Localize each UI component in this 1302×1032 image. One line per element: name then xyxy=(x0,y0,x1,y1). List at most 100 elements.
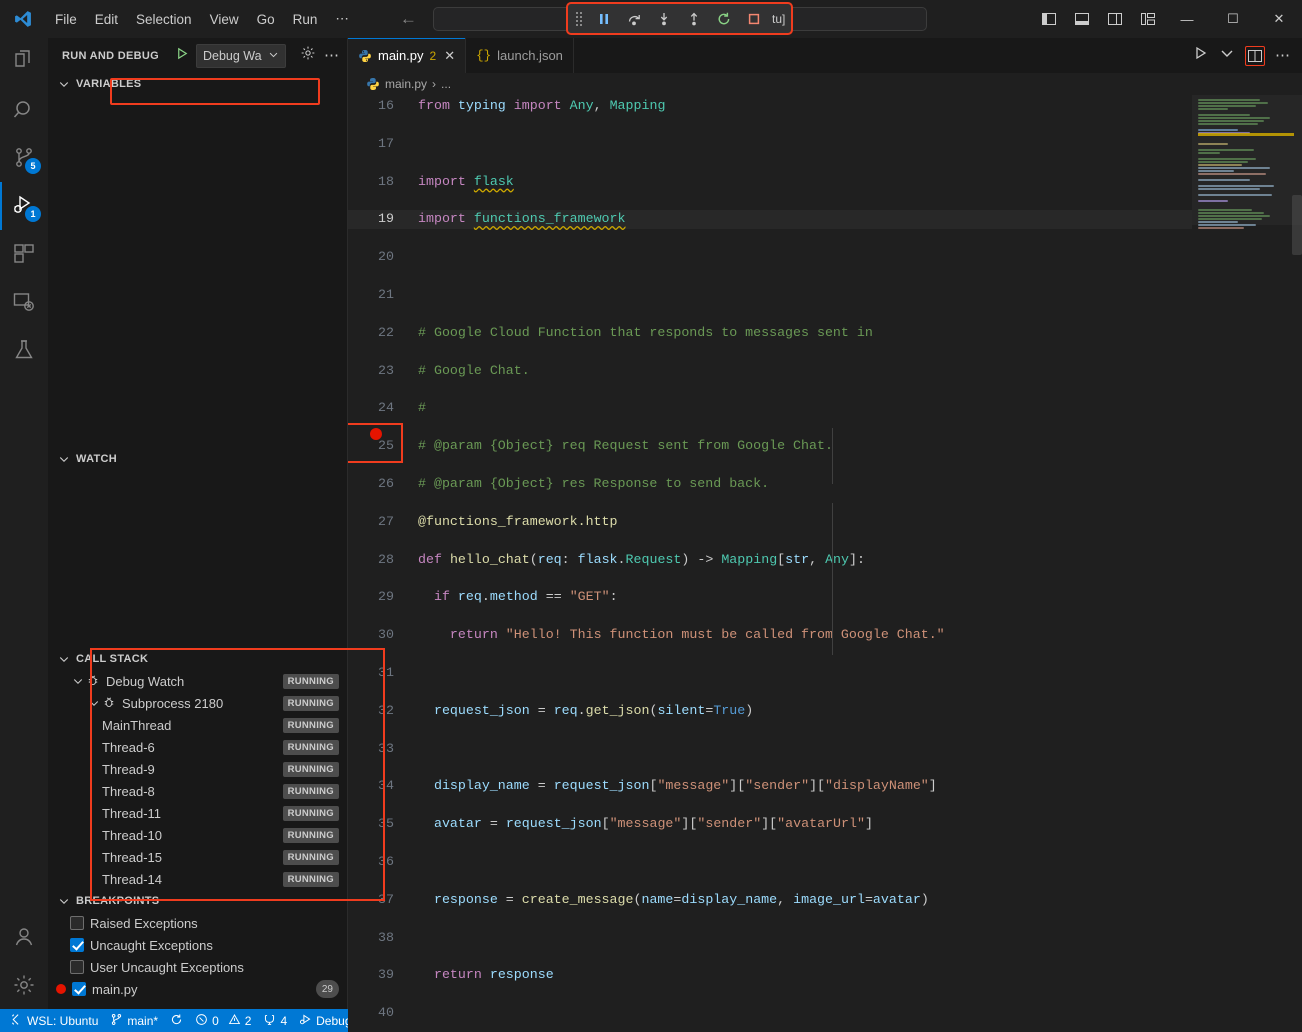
breadcrumb-symbol[interactable]: ... xyxy=(441,77,451,91)
call-stack-thread[interactable]: Thread-10 RUNNING xyxy=(48,824,347,846)
status-ports[interactable]: 4 xyxy=(257,1009,293,1032)
tab-launch-json[interactable]: {} launch.json xyxy=(466,38,574,73)
status-git-branch[interactable]: main* xyxy=(104,1009,164,1032)
go-back-icon[interactable]: ← xyxy=(400,9,417,29)
editor-group: main.py 2 ✕ {} launch.json xyxy=(348,38,1302,1032)
status-problems[interactable]: 0 2 xyxy=(189,1009,257,1032)
status-sync-changes[interactable] xyxy=(164,1009,189,1032)
watch-section-header[interactable]: WATCH xyxy=(48,448,347,470)
breakpoint-checkbox[interactable] xyxy=(70,938,84,952)
start-debugging-icon[interactable] xyxy=(175,46,190,66)
breakpoint-row[interactable]: User Uncaught Exceptions xyxy=(48,956,347,978)
activity-run-and-debug[interactable]: 1 xyxy=(0,182,48,230)
customize-layout-icon[interactable] xyxy=(1131,0,1164,38)
chevron-down-icon[interactable] xyxy=(70,673,86,689)
overlapped-text: tu] xyxy=(770,12,785,26)
chevron-down-icon[interactable] xyxy=(56,76,72,92)
close-button[interactable]: ✕ xyxy=(1256,0,1302,38)
launch-config-dropdown[interactable]: Debug Wa xyxy=(196,44,286,68)
breakpoint-checkbox[interactable] xyxy=(70,960,84,974)
breakpoints-section-header[interactable]: BREAKPOINTS xyxy=(48,890,347,912)
restart-button[interactable] xyxy=(710,7,738,31)
activity-search[interactable] xyxy=(0,86,48,134)
chevron-down-icon[interactable] xyxy=(1219,45,1235,66)
chevron-down-icon[interactable] xyxy=(268,49,279,63)
step-into-button[interactable] xyxy=(650,7,678,31)
debug-toolbar[interactable]: tu] xyxy=(566,2,793,35)
editor-actions[interactable]: ⋯ xyxy=(1193,38,1302,73)
call-stack-thread[interactable]: Thread-9 RUNNING xyxy=(48,758,347,780)
run-python-file-icon[interactable] xyxy=(1193,45,1209,66)
window-controls[interactable]: — ☐ ✕ xyxy=(1032,0,1302,38)
call-stack-thread[interactable]: Thread-8 RUNNING xyxy=(48,780,347,802)
editor-and-panel: main.py 2 ✕ {} launch.json xyxy=(348,38,1302,1009)
menu-view[interactable]: View xyxy=(201,8,248,31)
more-actions-icon[interactable]: ⋯ xyxy=(1275,52,1290,60)
launch-configuration-control[interactable]: Debug Wa xyxy=(175,44,286,68)
breakpoint-checkbox[interactable] xyxy=(70,916,84,930)
status-remote-indicator[interactable]: WSL: Ubuntu xyxy=(4,1009,104,1032)
toggle-panel-icon[interactable] xyxy=(1065,0,1098,38)
call-stack-thread[interactable]: MainThread RUNNING xyxy=(48,714,347,736)
pause-button[interactable] xyxy=(590,7,618,31)
breadcrumb[interactable]: main.py › ... xyxy=(348,73,1302,95)
call-stack-thread[interactable]: Thread-15 RUNNING xyxy=(48,846,347,868)
menu-go[interactable]: Go xyxy=(248,8,284,31)
minimap[interactable] xyxy=(1192,95,1302,1032)
minimap-slider[interactable] xyxy=(1192,95,1302,225)
call-stack-thread[interactable]: Thread-11 RUNNING xyxy=(48,802,347,824)
menu-bar[interactable]: File Edit Selection View Go Run ⋯ xyxy=(46,7,358,31)
drag-handle-icon[interactable] xyxy=(574,12,588,26)
chevron-down-icon[interactable] xyxy=(56,651,72,667)
chevron-down-icon[interactable] xyxy=(86,695,102,711)
call-stack-subprocess[interactable]: Subprocess 2180 RUNNING xyxy=(48,692,347,714)
menu-edit[interactable]: Edit xyxy=(86,8,127,31)
editor-tabs: main.py 2 ✕ {} launch.json xyxy=(348,38,1302,73)
toggle-primary-sidebar-icon[interactable] xyxy=(1032,0,1065,38)
step-out-button[interactable] xyxy=(680,7,708,31)
minimize-button[interactable]: — xyxy=(1164,0,1210,38)
navigation-arrows[interactable]: ← xyxy=(400,9,417,29)
menu-run[interactable]: Run xyxy=(284,8,327,31)
call-stack-thread[interactable]: Thread-14 RUNNING xyxy=(48,868,347,890)
sync-icon xyxy=(170,1013,183,1029)
sidebar-header-actions[interactable]: ⋯ xyxy=(300,45,339,66)
call-stack-section-header[interactable]: CALL STACK xyxy=(48,648,347,670)
split-editor-icon[interactable] xyxy=(1245,46,1265,66)
maximize-button[interactable]: ☐ xyxy=(1210,0,1256,38)
breakpoint-row[interactable]: Raised Exceptions xyxy=(48,912,347,934)
chevron-down-icon[interactable] xyxy=(56,893,72,909)
activity-source-control[interactable]: 5 xyxy=(0,134,48,182)
code-content[interactable]: 16from typing import Any, Mapping 17 18i… xyxy=(348,95,1192,1032)
activity-extensions[interactable] xyxy=(0,230,48,278)
breakpoint-row[interactable]: Uncaught Exceptions xyxy=(48,934,347,956)
step-over-button[interactable] xyxy=(620,7,648,31)
close-icon[interactable]: ✕ xyxy=(444,48,455,64)
menu-file[interactable]: File xyxy=(46,8,86,31)
call-stack-session[interactable]: Debug Watch RUNNING xyxy=(48,670,347,692)
call-stack-state: RUNNING xyxy=(283,784,339,799)
tab-main-py[interactable]: main.py 2 ✕ xyxy=(348,38,466,73)
activity-testing[interactable] xyxy=(0,326,48,374)
menu-more[interactable]: ⋯ xyxy=(326,7,358,31)
gear-icon[interactable] xyxy=(300,45,316,66)
breakpoint-checkbox[interactable] xyxy=(72,982,86,996)
stop-button[interactable] xyxy=(740,7,768,31)
python-icon xyxy=(366,77,380,91)
activity-settings[interactable] xyxy=(0,961,48,1009)
editor-scrollbar[interactable] xyxy=(1292,195,1302,255)
menu-selection[interactable]: Selection xyxy=(127,8,201,31)
activity-accounts[interactable] xyxy=(0,913,48,961)
toggle-secondary-sidebar-icon[interactable] xyxy=(1098,0,1131,38)
call-stack-thread[interactable]: Thread-6 RUNNING xyxy=(48,736,347,758)
activity-remote-explorer[interactable] xyxy=(0,278,48,326)
code-editor[interactable]: 16from typing import Any, Mapping 17 18i… xyxy=(348,95,1302,1032)
variables-section-header[interactable]: VARIABLES xyxy=(48,73,347,95)
chevron-down-icon[interactable] xyxy=(56,451,72,467)
breakpoint-row-file[interactable]: main.py 29 xyxy=(48,978,347,1000)
activity-explorer[interactable] xyxy=(0,38,48,86)
breakpoint-gutter-dot-icon[interactable] xyxy=(370,428,382,440)
more-actions-icon[interactable]: ⋯ xyxy=(324,51,339,61)
breadcrumb-file[interactable]: main.py xyxy=(385,77,427,91)
source-code[interactable]: 16from typing import Any, Mapping 17 18i… xyxy=(348,95,1192,1032)
